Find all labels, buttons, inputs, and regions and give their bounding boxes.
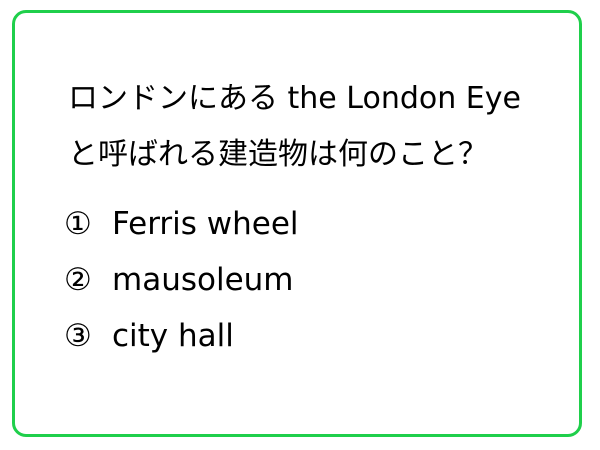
option-number-3: ③ [64, 318, 92, 354]
answer-option-2: ② mausoleum [64, 252, 564, 308]
option-text-1: Ferris wheel [112, 206, 299, 242]
answer-options: ① Ferris wheel ② mausoleum ③ city hall [64, 196, 564, 364]
question-line-2: と呼ばれる建造物は何のこと？ [68, 137, 488, 172]
quiz-card: ロンドンにある the London Eye と呼ばれる建造物は何のこと？ ① … [12, 10, 582, 437]
option-text-2: mausoleum [112, 262, 294, 298]
question-line-1: ロンドンにある the London Eye [68, 81, 521, 116]
option-number-2: ② [64, 262, 92, 298]
option-number-1: ① [64, 206, 92, 242]
answer-option-1: ① Ferris wheel [64, 196, 564, 252]
option-text-3: city hall [112, 318, 234, 354]
answer-option-3: ③ city hall [64, 308, 564, 364]
question-text: ロンドンにある the London Eye と呼ばれる建造物は何のこと？ [68, 71, 568, 183]
